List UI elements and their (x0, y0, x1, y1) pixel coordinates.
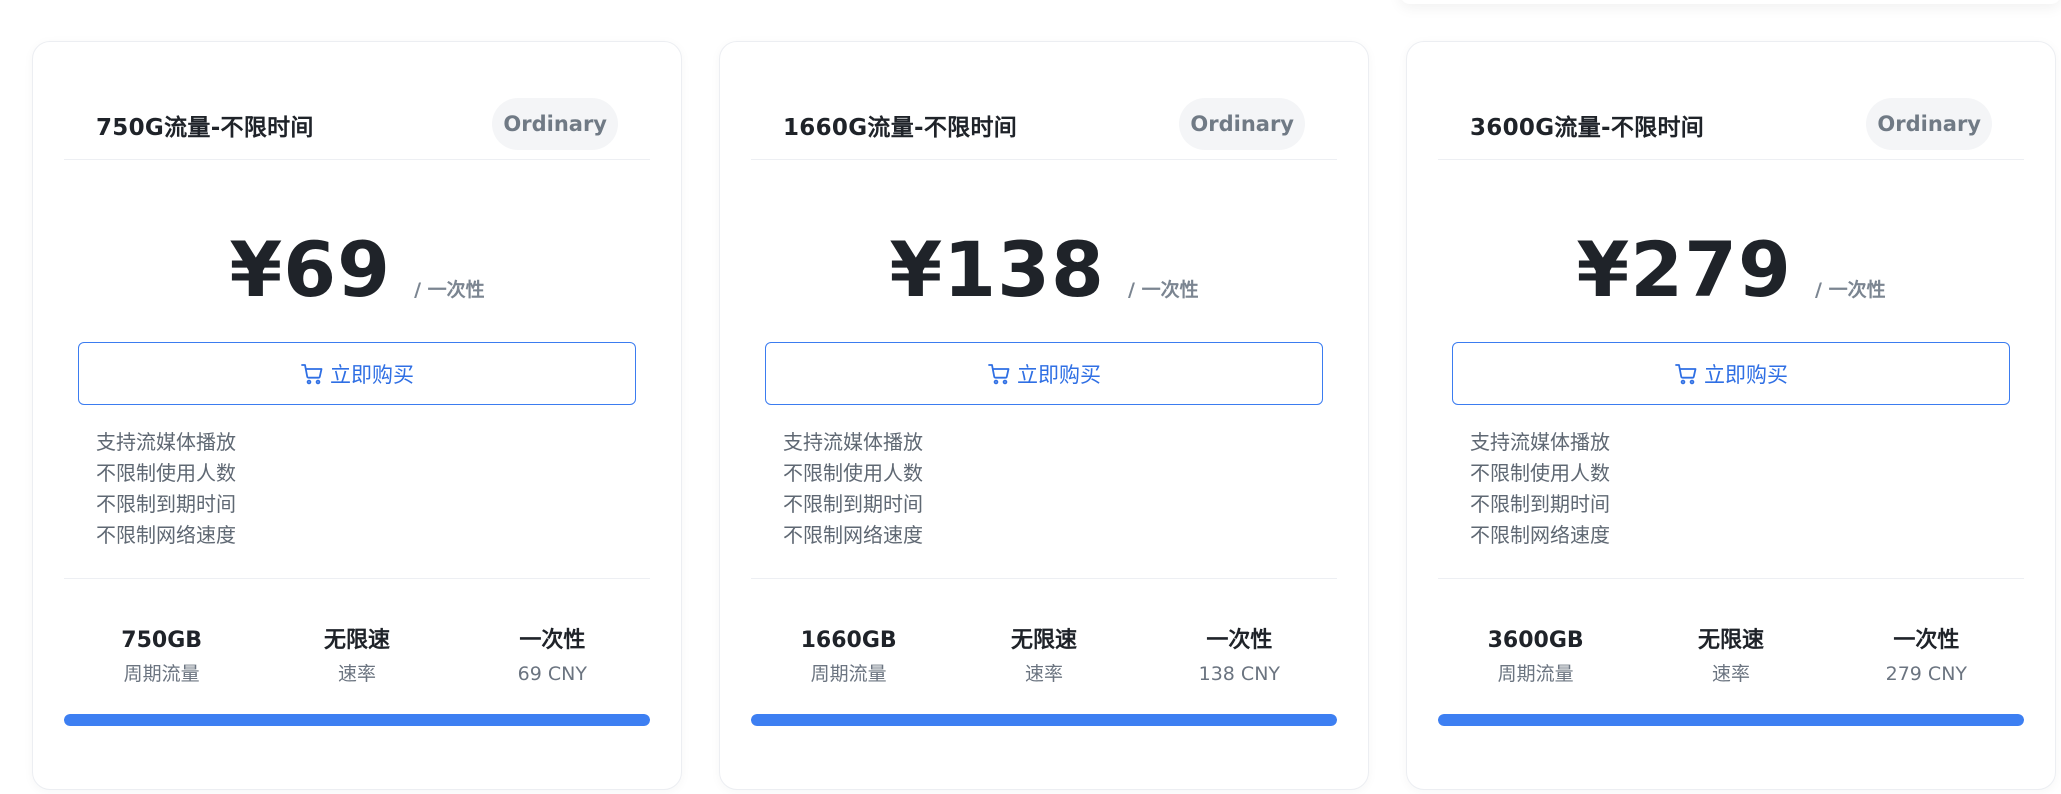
plan-stats: 3600GB 周期流量 无限速 速率 一次性 279 CNY (1438, 626, 2024, 689)
feature-item: 支持流媒体播放 (1470, 430, 1610, 454)
stat-label: 138 CNY (1198, 663, 1281, 685)
stat-value: 750GB (121, 628, 203, 653)
plan-card: 1660G流量-不限时间 Ordinary ¥138 / 一次性 立即购买 支持… (719, 41, 1369, 790)
stat-label: 279 CNY (1885, 663, 1968, 685)
feature-list: 支持流媒体播放 不限制使用人数 不限制到期时间 不限制网络速度 (96, 427, 236, 551)
cart-icon (1675, 363, 1697, 384)
plan-price: ¥69 (229, 225, 391, 314)
stat-label: 周期流量 (810, 663, 887, 685)
stat-label: 速率 (1024, 663, 1063, 685)
feature-item: 支持流媒体播放 (783, 430, 923, 454)
plan-card: 3600G流量-不限时间 Ordinary ¥279 / 一次性 立即购买 支持… (1406, 41, 2056, 790)
divider (64, 578, 650, 579)
stat-speed: 无限速 速率 (259, 626, 454, 689)
stat-label: 周期流量 (1497, 663, 1574, 685)
plan-name: 1660G流量-不限时间 (783, 115, 1018, 141)
plan-card-header: 3600G流量-不限时间 Ordinary (1438, 98, 2024, 160)
stat-traffic: 750GB 周期流量 (64, 626, 259, 689)
buy-now-label: 立即购买 (1017, 362, 1101, 387)
stat-value: 一次性 (1893, 628, 1960, 653)
progress-bar (751, 714, 1337, 726)
stat-value: 无限速 (1010, 628, 1077, 653)
stat-value: 3600GB (1487, 628, 1584, 653)
stat-traffic: 1660GB 周期流量 (751, 626, 946, 689)
buy-now-button[interactable]: 立即购买 (1452, 342, 2010, 405)
stat-value: 无限速 (323, 628, 390, 653)
progress-fill (751, 714, 1337, 726)
buy-now-button[interactable]: 立即购买 (765, 342, 1323, 405)
plan-tier-badge: Ordinary (1179, 98, 1305, 150)
progress-fill (1438, 714, 2024, 726)
stat-speed: 无限速 速率 (1633, 626, 1828, 689)
stat-label: 速率 (1711, 663, 1750, 685)
stat-value: 一次性 (1206, 628, 1273, 653)
stat-speed: 无限速 速率 (946, 626, 1141, 689)
plan-card: 750G流量-不限时间 Ordinary ¥69 / 一次性 立即购买 支持流媒… (32, 41, 682, 790)
top-panel-edge (1400, 0, 2061, 4)
divider (1438, 578, 2024, 579)
plan-card-header: 1660G流量-不限时间 Ordinary (751, 98, 1337, 160)
stat-label: 69 CNY (517, 663, 587, 685)
billing-period: / 一次性 (414, 279, 485, 301)
plan-name: 3600G流量-不限时间 (1470, 115, 1705, 141)
feature-item: 不限制网络速度 (1470, 523, 1610, 547)
billing-period: / 一次性 (1128, 279, 1199, 301)
stat-value: 一次性 (519, 628, 586, 653)
plan-name: 750G流量-不限时间 (96, 115, 314, 141)
plan-price: ¥279 (1576, 225, 1792, 314)
feature-list: 支持流媒体播放 不限制使用人数 不限制到期时间 不限制网络速度 (1470, 427, 1610, 551)
stat-traffic: 3600GB 周期流量 (1438, 626, 1633, 689)
progress-fill (64, 714, 650, 726)
feature-item: 不限制到期时间 (783, 492, 923, 516)
stat-billing: 一次性 279 CNY (1829, 626, 2024, 689)
plan-tier-badge: Ordinary (1866, 98, 1992, 150)
buy-now-label: 立即购买 (330, 362, 414, 387)
feature-item: 支持流媒体播放 (96, 430, 236, 454)
feature-item: 不限制网络速度 (783, 523, 923, 547)
feature-list: 支持流媒体播放 不限制使用人数 不限制到期时间 不限制网络速度 (783, 427, 923, 551)
price-row: ¥69 / 一次性 (33, 225, 681, 314)
feature-item: 不限制到期时间 (96, 492, 236, 516)
plan-cards: 750G流量-不限时间 Ordinary ¥69 / 一次性 立即购买 支持流媒… (32, 41, 2056, 790)
plan-price: ¥138 (889, 225, 1105, 314)
feature-item: 不限制使用人数 (96, 461, 236, 485)
buy-now-button[interactable]: 立即购买 (78, 342, 636, 405)
price-row: ¥279 / 一次性 (1407, 225, 2055, 314)
feature-item: 不限制到期时间 (1470, 492, 1610, 516)
divider (751, 578, 1337, 579)
feature-item: 不限制使用人数 (783, 461, 923, 485)
plan-card-header: 750G流量-不限时间 Ordinary (64, 98, 650, 160)
feature-item: 不限制使用人数 (1470, 461, 1610, 485)
progress-bar (1438, 714, 2024, 726)
price-row: ¥138 / 一次性 (720, 225, 1368, 314)
stat-billing: 一次性 69 CNY (455, 626, 650, 689)
buy-now-label: 立即购买 (1704, 362, 1788, 387)
cart-icon (301, 363, 323, 384)
stat-value: 无限速 (1697, 628, 1764, 653)
stat-value: 1660GB (800, 628, 897, 653)
stat-label: 速率 (337, 663, 376, 685)
plan-tier-badge: Ordinary (492, 98, 618, 150)
plan-stats: 1660GB 周期流量 无限速 速率 一次性 138 CNY (751, 626, 1337, 689)
progress-bar (64, 714, 650, 726)
stat-label: 周期流量 (123, 663, 200, 685)
stat-billing: 一次性 138 CNY (1142, 626, 1337, 689)
feature-item: 不限制网络速度 (96, 523, 236, 547)
plan-stats: 750GB 周期流量 无限速 速率 一次性 69 CNY (64, 626, 650, 689)
cart-icon (988, 363, 1010, 384)
billing-period: / 一次性 (1815, 279, 1886, 301)
